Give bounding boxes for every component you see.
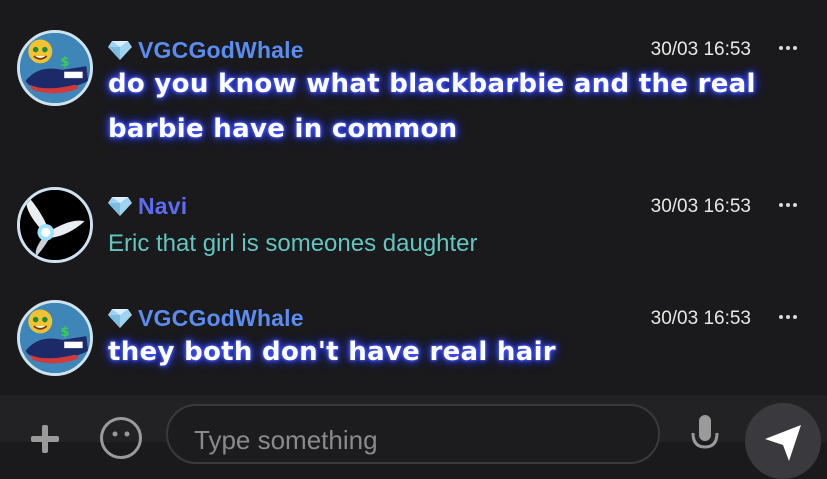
message-header: Navi — [108, 193, 187, 219]
user-avatar[interactable]: $ — [17, 300, 93, 376]
chat-log: $ VGCGodWhale 30/03 16:53 do you know wh… — [0, 0, 827, 395]
message-composer — [0, 395, 827, 479]
message-input[interactable] — [192, 424, 636, 457]
message-header: VGCGodWhale — [108, 305, 304, 331]
message-text: do you know what blackbarbie and the rea… — [108, 69, 756, 144]
diamond-icon — [108, 309, 132, 328]
username[interactable]: Navi — [138, 193, 187, 220]
message-input-box[interactable] — [166, 404, 660, 464]
username[interactable]: VGCGodWhale — [138, 305, 304, 332]
emoji-icon[interactable] — [100, 417, 142, 459]
user-avatar[interactable] — [17, 187, 93, 263]
money-whale-avatar-icon: $ — [20, 33, 90, 103]
message-timestamp: 30/03 16:53 — [650, 308, 751, 329]
fairy-avatar-icon — [20, 190, 90, 260]
money-whale-avatar-icon: $ — [20, 303, 90, 373]
more-icon[interactable] — [779, 45, 797, 51]
svg-text:$: $ — [61, 325, 70, 340]
send-icon — [765, 425, 801, 461]
user-avatar[interactable]: $ — [17, 30, 93, 106]
send-button[interactable] — [745, 403, 821, 479]
more-icon[interactable] — [779, 314, 797, 320]
message-timestamp: 30/03 16:53 — [650, 39, 751, 60]
svg-text:$: $ — [61, 55, 70, 70]
username[interactable]: VGCGodWhale — [138, 37, 304, 64]
message-timestamp: 30/03 16:53 — [650, 196, 751, 217]
message-text: they both don't have real hair — [108, 337, 556, 367]
message-text: Eric that girl is someones daughter — [108, 230, 478, 257]
diamond-icon — [108, 41, 132, 60]
mic-icon[interactable] — [688, 415, 722, 455]
more-icon[interactable] — [779, 202, 797, 208]
plus-icon[interactable] — [29, 423, 61, 455]
diamond-icon — [108, 197, 132, 216]
message-header: VGCGodWhale — [108, 37, 304, 63]
